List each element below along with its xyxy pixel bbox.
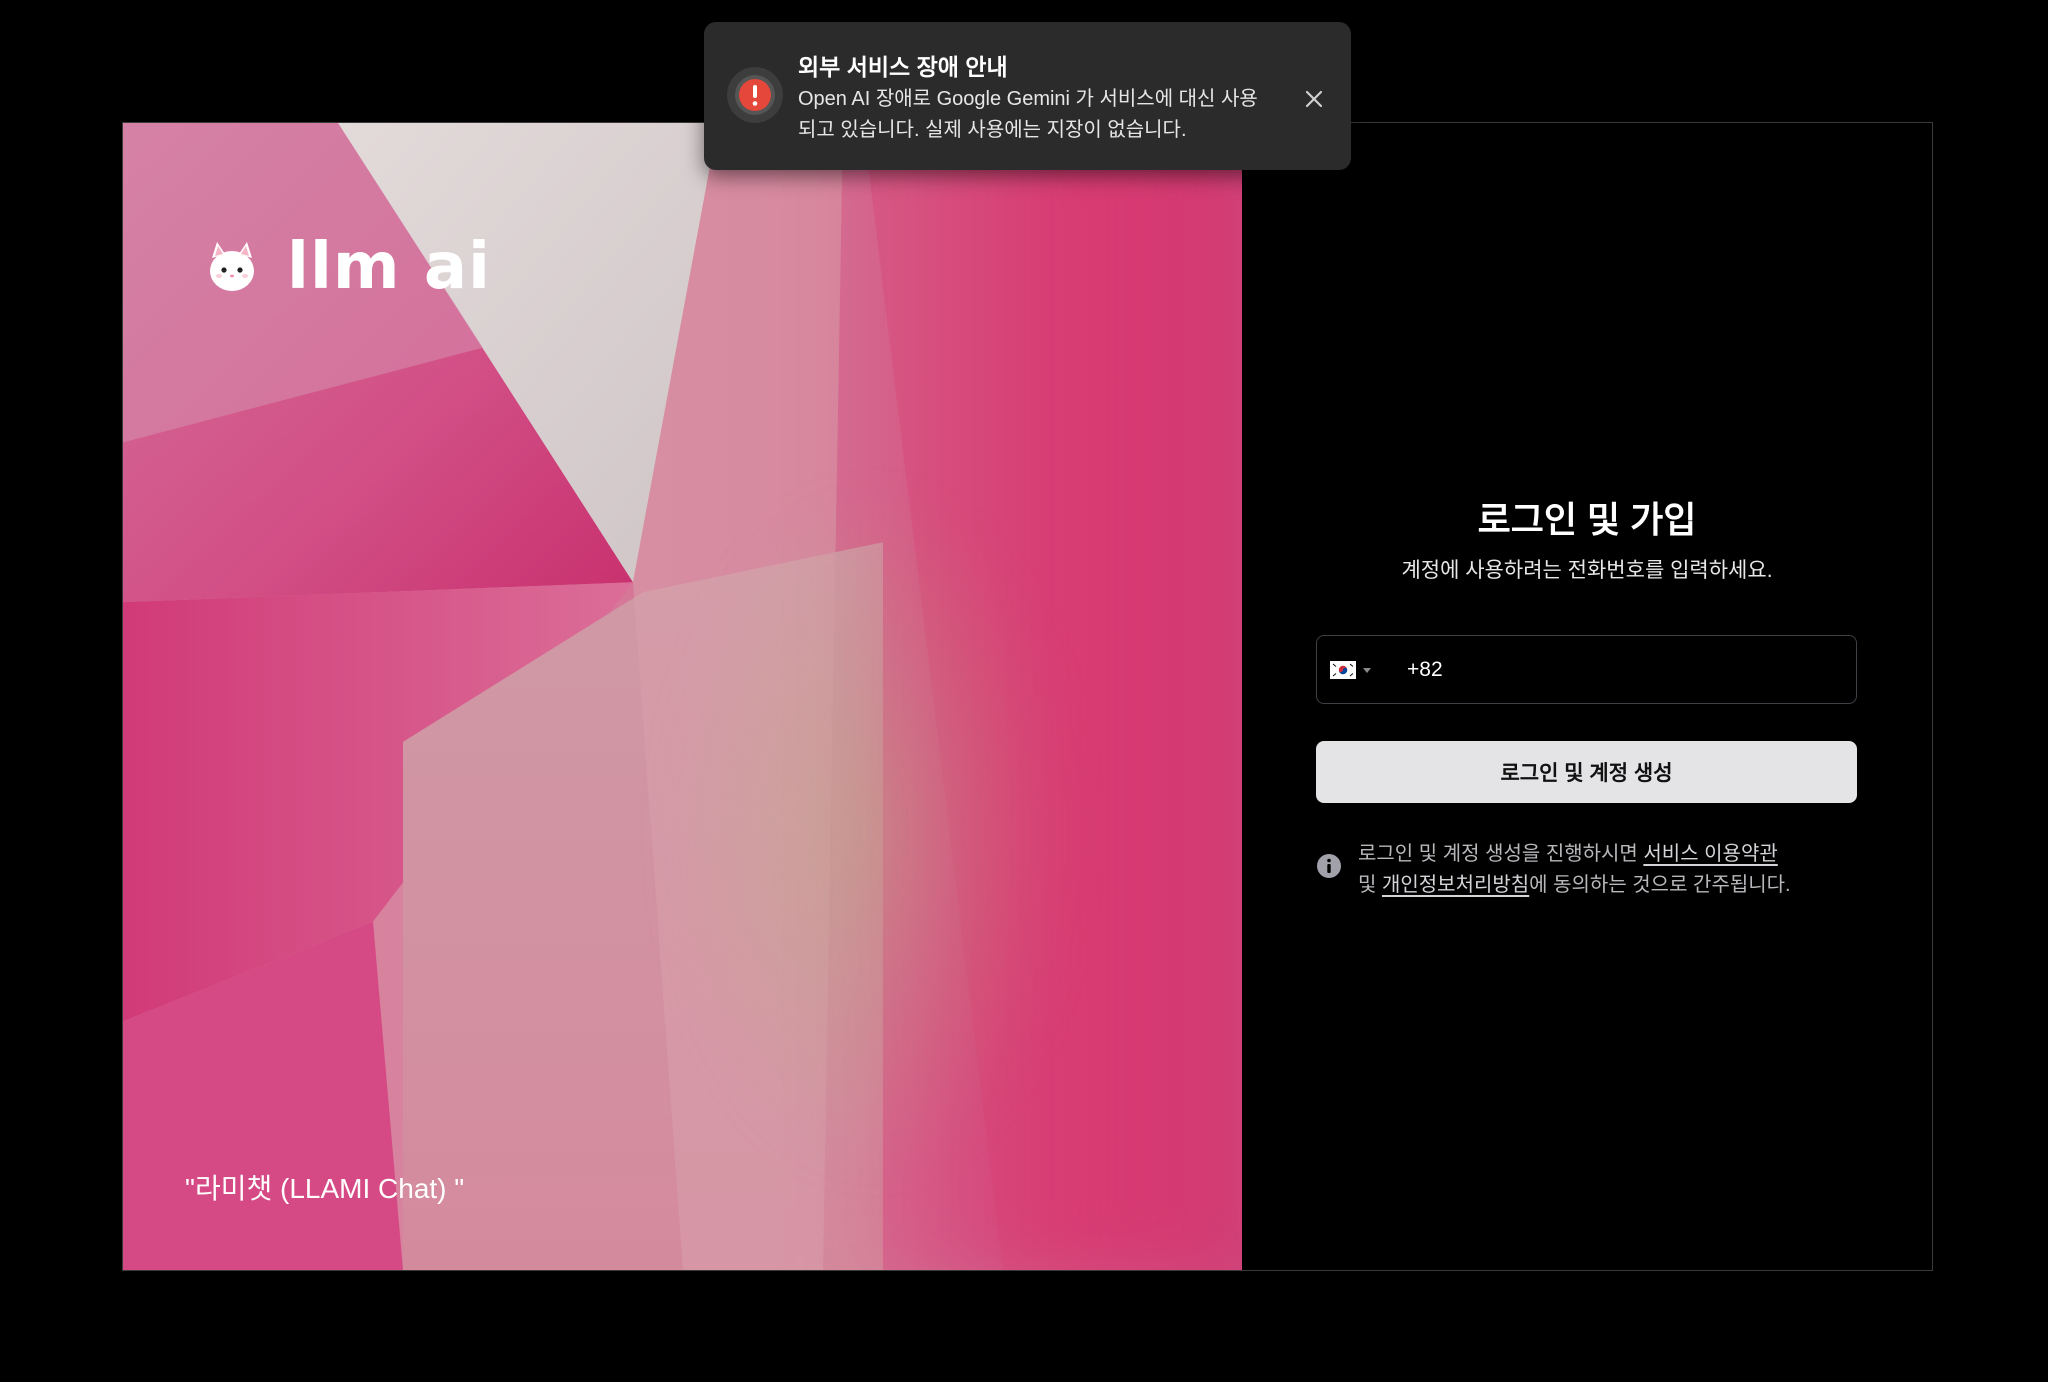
toast-message: Open AI 장애로 Google Gemini 가 서비스에 대신 사용되고… — [798, 88, 1258, 141]
phone-number-input[interactable] — [1407, 636, 1856, 703]
close-icon — [1305, 90, 1323, 108]
privacy-policy-link[interactable]: 개인정보처리방침 — [1382, 874, 1529, 896]
login-card: llm ai "라미챗 (LLAMI Chat) " 로그인 및 가입 계정에 … — [122, 122, 1933, 1271]
soft-glow-overlay — [823, 123, 1242, 1270]
login-page: llm ai "라미챗 (LLAMI Chat) " 로그인 및 가입 계정에 … — [0, 0, 2048, 1382]
hero-artwork: llm ai "라미챗 (LLAMI Chat) " — [123, 123, 1242, 1270]
terms-of-service-link[interactable]: 서비스 이용약관 — [1643, 843, 1777, 865]
notice-suffix: 에 동의하는 것으로 간주됩니다. — [1529, 874, 1791, 896]
toast-close-button[interactable] — [1299, 84, 1329, 114]
service-outage-toast: 외부 서비스 장애 안내 Open AI 장애로 Google Gemini 가… — [704, 22, 1351, 170]
cat-mascot-icon — [210, 242, 254, 291]
korea-flag-icon — [1330, 660, 1356, 679]
country-code-selector[interactable] — [1317, 636, 1407, 703]
artwork-caption: "라미챗 (LLAMI Chat) " — [185, 1173, 465, 1204]
login-panel: 로그인 및 가입 계정에 사용하려는 전화번호를 입력하세요. +82 로그인 … — [1242, 123, 1932, 1270]
brand-logo: llm ai — [203, 235, 491, 299]
toast-title: 외부 서비스 장애 안내 — [798, 54, 1008, 80]
page-title: 로그인 및 가입 — [1477, 499, 1697, 540]
alert-circle-icon — [727, 67, 783, 123]
brand-wordmark: llm ai — [287, 230, 491, 304]
login-signup-button[interactable]: 로그인 및 계정 생성 — [1316, 741, 1857, 803]
page-subtitle: 계정에 사용하려는 전화번호를 입력하세요. — [1401, 559, 1773, 582]
terms-notice-text: 로그인 및 계정 생성을 진행하시면 서비스 이용약관 및 개인정보처리방침에 … — [1358, 839, 1791, 901]
notice-prefix: 로그인 및 계정 생성을 진행하시면 — [1358, 843, 1644, 865]
info-icon — [1317, 854, 1341, 878]
terms-notice: 로그인 및 계정 생성을 진행하시면 서비스 이용약관 및 개인정보처리방침에 … — [1316, 839, 1791, 901]
phone-field — [1316, 635, 1857, 704]
notice-middle: 및 — [1358, 874, 1382, 896]
chevron-down-icon — [1363, 667, 1371, 673]
